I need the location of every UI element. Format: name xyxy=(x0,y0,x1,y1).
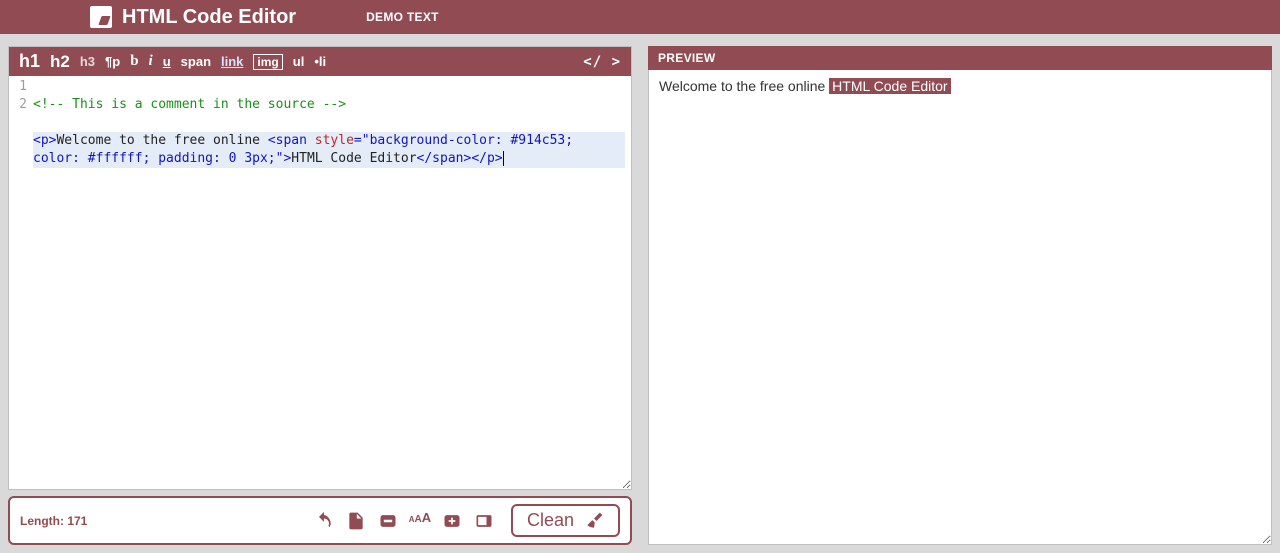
token-comment: <!-- This is a comment in the source --> xyxy=(33,97,346,112)
token-text: Welcome to the free online xyxy=(56,133,267,148)
undo-icon[interactable] xyxy=(313,510,335,532)
token-tag: </p> xyxy=(471,151,502,166)
preview-text: Welcome to the free online xyxy=(659,78,829,94)
code-editor[interactable]: 1 2 <!-- This is a comment in the source… xyxy=(9,76,631,489)
editor-footer: Length: 171 AAA Clean xyxy=(8,496,632,545)
toolbar-link[interactable]: link xyxy=(221,54,243,69)
new-file-icon[interactable] xyxy=(345,510,367,532)
compress-icon[interactable] xyxy=(473,510,495,532)
editor-column: h1 h2 h3 ¶p b i u span link img ul •li <… xyxy=(8,46,632,545)
toolbar-h2[interactable]: h2 xyxy=(50,52,70,72)
toolbar-paragraph[interactable]: ¶p xyxy=(105,54,120,69)
clean-label: Clean xyxy=(527,510,574,531)
logo-icon xyxy=(90,6,112,28)
toolbar-h1[interactable]: h1 xyxy=(19,51,40,72)
code-line[interactable]: <p>Welcome to the free online <span styl… xyxy=(33,132,625,168)
gutter-line: 2 xyxy=(11,96,27,114)
token-tag: <p> xyxy=(33,133,56,148)
code-lines[interactable]: <!-- This is a comment in the source -->… xyxy=(31,76,631,489)
clean-button[interactable]: Clean xyxy=(511,504,620,537)
token-text: HTML Code Editor xyxy=(291,151,416,166)
toolbar-li[interactable]: •li xyxy=(314,54,326,69)
workspace: h1 h2 h3 ¶p b i u span link img ul •li <… xyxy=(0,34,1280,553)
preview-body[interactable]: Welcome to the free online HTML Code Edi… xyxy=(648,70,1272,545)
length-label: Length: 171 xyxy=(20,514,87,528)
toolbar-span[interactable]: span xyxy=(181,54,211,69)
code-line[interactable]: <!-- This is a comment in the source --> xyxy=(33,96,625,114)
app-title: HTML Code Editor xyxy=(122,6,296,29)
app-header: HTML Code Editor DEMO TEXT xyxy=(0,0,1280,34)
logo-block: HTML Code Editor xyxy=(90,6,296,29)
toolbar-img[interactable]: img xyxy=(253,54,282,70)
gutter-line: 1 xyxy=(11,78,27,96)
toolbar-h3[interactable]: h3 xyxy=(80,54,95,69)
preview-header: PREVIEW xyxy=(648,46,1272,70)
editor-panel: h1 h2 h3 ¶p b i u span link img ul •li <… xyxy=(8,46,632,490)
gutter: 1 2 xyxy=(9,76,31,489)
broom-icon xyxy=(584,511,604,531)
token-tag: <span xyxy=(268,133,307,148)
preview-badge: HTML Code Editor xyxy=(829,78,950,94)
editor-toolbar: h1 h2 h3 ¶p b i u span link img ul •li <… xyxy=(9,47,631,76)
token-attr: style xyxy=(315,133,354,148)
toolbar-close-tag[interactable]: </ > xyxy=(583,54,621,70)
preview-column: PREVIEW Welcome to the free online HTML … xyxy=(648,46,1272,545)
text-cursor xyxy=(503,151,504,166)
toolbar-italic[interactable]: i xyxy=(149,53,153,70)
demo-text-link[interactable]: DEMO TEXT xyxy=(366,10,439,24)
toolbar-underline[interactable]: u xyxy=(163,54,171,69)
toolbar-bold[interactable]: b xyxy=(130,53,138,70)
minus-box-icon[interactable] xyxy=(377,510,399,532)
text-size-icon[interactable]: AAA xyxy=(409,510,431,532)
plus-box-icon[interactable] xyxy=(441,510,463,532)
token-tag: </span> xyxy=(417,151,472,166)
toolbar-ul[interactable]: ul xyxy=(293,54,305,69)
